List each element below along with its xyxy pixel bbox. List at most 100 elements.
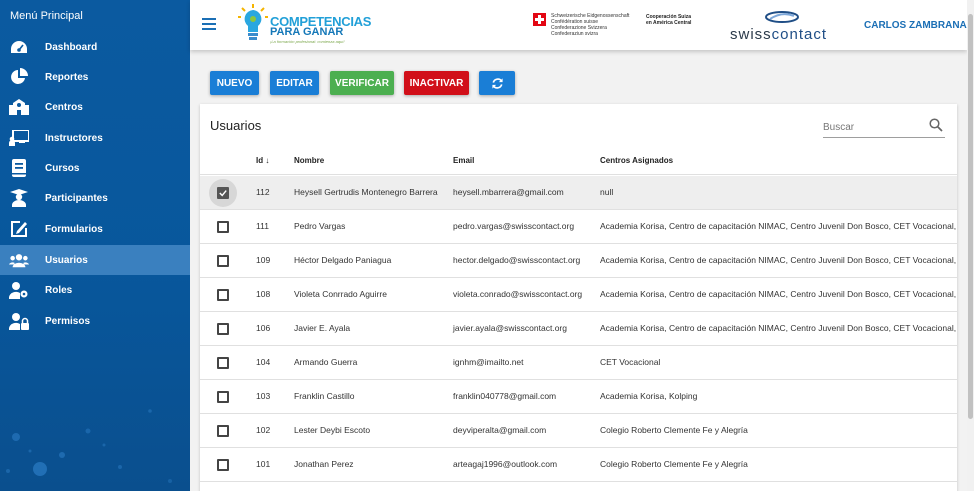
table-row[interactable]: 109 Héctor Delgado Paniagua hector.delgado… <box>200 244 957 278</box>
cell-email: violeta.conrado@swisscontact.org <box>453 289 583 299</box>
cell-centers: Colegio Roberto Clemente Fe y Alegría <box>600 459 748 469</box>
table-row[interactable]: 101 Jonathan Perez arteagaj1996@outlook.co… <box>200 448 957 482</box>
cell-centers: Academia Korisa, Centro de capacitación … <box>600 221 957 231</box>
deactivate-button[interactable]: INACTIVAR <box>404 71 469 95</box>
cell-name: Heysell Gertrudis Montenegro Barrera <box>294 187 438 197</box>
cooperation-text: Cooperación Suiza en América Central <box>646 14 691 26</box>
pie-chart-icon <box>9 68 29 86</box>
sidebar-item-label: Participantes <box>45 192 108 204</box>
swiss-line: Confederaziun svizra <box>551 31 598 37</box>
verify-button[interactable]: VERIFICAR <box>330 71 394 95</box>
table-row[interactable]: 104 Armando Guerra ignhm@imailto.net CET Vo… <box>200 346 957 380</box>
sidebar-item-permisos[interactable]: Permisos <box>0 306 190 336</box>
row-checkbox[interactable] <box>217 391 229 403</box>
swisscontact-wordmark: swisscontact <box>730 26 827 43</box>
sidebar-item-roles[interactable]: Roles <box>0 275 190 305</box>
row-checkbox[interactable] <box>217 255 229 267</box>
user-cog-icon <box>9 281 29 299</box>
column-header-centers[interactable]: Centros Asignados <box>600 156 673 165</box>
cell-email: hector.delgado@swisscontact.org <box>453 255 581 265</box>
sidebar-item-centros[interactable]: Centros <box>0 92 190 122</box>
sidebar-item-label: Formularios <box>45 223 103 235</box>
top-header: COMPETENCIAS PARA GANAR ¡La formación pr… <box>190 0 967 50</box>
cell-id: 102 <box>256 425 271 435</box>
row-checkbox[interactable] <box>217 459 229 471</box>
cell-centers: Academia Korisa, Kolping <box>600 391 698 401</box>
cell-email: franklin040778@gmail.com <box>453 391 557 401</box>
sidebar-item-label: Roles <box>45 284 73 296</box>
sidebar-item-label: Usuarios <box>45 254 88 266</box>
search-input[interactable] <box>823 119 923 135</box>
row-checkbox[interactable] <box>217 221 229 233</box>
lightbulb-icon <box>238 4 268 40</box>
table-row[interactable]: 112 Heysell Gertrudis Montenegro Barrera h… <box>200 176 957 210</box>
table-row[interactable]: 102 Lester Deybi Escoto deyviperalta@gmail… <box>200 414 957 448</box>
cell-id: 108 <box>256 289 271 299</box>
users-icon <box>9 251 29 269</box>
checkmark-icon <box>219 190 227 197</box>
refresh-button[interactable] <box>479 71 515 95</box>
sidebar-item-formularios[interactable]: Formularios <box>0 214 190 244</box>
sidebar-item-label: Centros <box>45 101 83 113</box>
swiss-flag-icon <box>533 13 546 26</box>
presentation-icon <box>9 129 29 147</box>
cell-name: Franklin Castillo <box>294 391 355 401</box>
users-table-card: Usuarios Id ↓ Nombre Email Centros Asign… <box>200 104 957 491</box>
cell-email: javier.ayala@swisscontact.org <box>453 323 567 333</box>
book-icon <box>9 159 29 177</box>
sort-arrow-icon: ↓ <box>265 156 270 165</box>
cell-centers: Academia Korisa, Centro de capacitación … <box>600 255 957 265</box>
table-row[interactable]: 111 Pedro Vargas pedro.vargas@swisscontact… <box>200 210 957 244</box>
row-checkbox[interactable] <box>217 187 229 199</box>
column-header-id[interactable]: Id ↓ <box>256 156 269 165</box>
column-header-email[interactable]: Email <box>453 156 474 165</box>
cell-centers: Academia Korisa, Centro de capacitación … <box>600 323 957 333</box>
brand-tagline: ¡La formación profesional: comienza aquí… <box>270 39 345 44</box>
cell-name: Violeta Conrrado Aguirre <box>294 289 387 299</box>
cell-id: 101 <box>256 459 271 469</box>
table-row[interactable]: 103 Franklin Castillo franklin040778@gmail… <box>200 380 957 414</box>
cell-id: 109 <box>256 255 271 265</box>
edit-button[interactable]: EDITAR <box>270 71 319 95</box>
cell-id: 112 <box>256 187 270 197</box>
new-button[interactable]: NUEVO <box>210 71 259 95</box>
page-scrollbar[interactable] <box>967 0 974 491</box>
cell-centers: CET Vocacional <box>600 357 661 367</box>
swisscontact-logo: swisscontact <box>730 10 835 43</box>
cell-name: Javier E. Ayala <box>294 323 351 333</box>
app-root: Menú Principal Dashboard Reportes Centro… <box>0 0 974 491</box>
row-checkbox[interactable] <box>217 289 229 301</box>
sidebar-item-reportes[interactable]: Reportes <box>0 62 190 92</box>
cell-id: 104 <box>256 357 271 367</box>
user-name-menu[interactable]: CARLOS ZAMBRANA <box>864 20 967 31</box>
menu-toggle-icon[interactable] <box>202 18 216 30</box>
row-checkbox[interactable] <box>217 357 229 369</box>
cell-email: heysell.mbarrera@gmail.com <box>453 187 564 197</box>
cell-centers: Academia Korisa, Centro de capacitación … <box>600 289 957 299</box>
cell-email: pedro.vargas@swisscontact.org <box>453 221 575 231</box>
sidebar-item-instructores[interactable]: Instructores <box>0 123 190 153</box>
sidebar-item-label: Cursos <box>45 162 80 174</box>
cell-email: ignhm@imailto.net <box>453 357 524 367</box>
cell-email: deyviperalta@gmail.com <box>453 425 547 435</box>
row-checkbox[interactable] <box>217 425 229 437</box>
row-checkbox[interactable] <box>217 323 229 335</box>
table-row[interactable]: 106 Javier E. Ayala javier.ayala@swisscont… <box>200 312 957 346</box>
sidebar-item-label: Reportes <box>45 71 89 83</box>
sidebar-title: Menú Principal <box>10 10 83 22</box>
sidebar-item-usuarios[interactable]: Usuarios <box>0 245 190 275</box>
refresh-icon <box>491 77 503 89</box>
sidebar-item-cursos[interactable]: Cursos <box>0 153 190 183</box>
search-box <box>823 116 945 138</box>
table-row[interactable]: 108 Violeta Conrrado Aguirre violeta.conra… <box>200 278 957 312</box>
brand-line-2: PARA GANAR <box>270 26 344 38</box>
brand-logo: COMPETENCIAS PARA GANAR ¡La formación pr… <box>238 4 371 48</box>
swiss-confederation-text: Schweizerische Eidgenossenschaft Confédé… <box>551 13 629 37</box>
cell-id: 106 <box>256 323 271 333</box>
coop-line: en América Central <box>646 20 692 26</box>
scrollbar-thumb[interactable] <box>968 14 973 419</box>
sidebar-item-participantes[interactable]: Participantes <box>0 183 190 213</box>
sidebar-item-dashboard[interactable]: Dashboard <box>0 32 190 62</box>
search-icon[interactable] <box>929 118 943 132</box>
column-header-name[interactable]: Nombre <box>294 156 324 165</box>
